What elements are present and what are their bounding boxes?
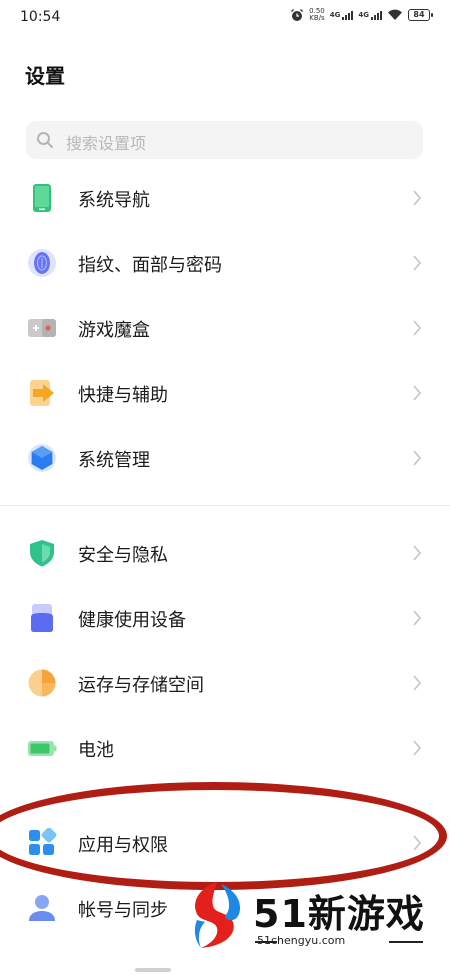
watermark-text: 51新游戏 [253, 892, 425, 936]
chevron-right-icon [413, 675, 422, 691]
settings-item-game-box[interactable]: 游戏魔盒 [0, 297, 450, 359]
signal-icon [342, 10, 354, 20]
battery-level: 84 [413, 10, 425, 19]
settings-item-shortcuts[interactable]: 快捷与辅助 [0, 362, 450, 424]
settings-item-label: 电池 [78, 740, 114, 761]
settings-item-label: 帐号与同步 [78, 900, 168, 921]
status-bar: 10:54 0.50 KB/s 4G 4G 84 [0, 0, 450, 34]
account-person-icon [29, 895, 55, 921]
chevron-right-icon [413, 740, 422, 756]
settings-item-label: 安全与隐私 [78, 545, 168, 566]
watermark-underline [389, 941, 423, 943]
navigation-phone-icon [33, 184, 51, 212]
chevron-right-icon [413, 545, 422, 561]
settings-item-label: 系统管理 [78, 450, 150, 471]
status-icons: 0.50 KB/s 4G 4G 84 [290, 8, 433, 22]
settings-item-fingerprint[interactable]: 指纹、面部与密码 [0, 232, 450, 294]
home-indicator [135, 968, 171, 972]
wifi-icon [388, 9, 402, 20]
health-usage-icon [31, 604, 53, 632]
page-title: 设置 [25, 64, 65, 88]
chevron-right-icon [413, 450, 422, 466]
network-speed: 0.50 KB/s [309, 8, 325, 22]
network-speed-unit: KB/s [309, 14, 325, 22]
network-type-1: 4G [329, 10, 341, 19]
alarm-icon [291, 9, 304, 21]
settings-item-label: 健康使用设备 [78, 610, 186, 631]
status-time: 10:54 [20, 9, 61, 25]
settings-item-healthy-usage[interactable]: 健康使用设备 [0, 587, 450, 649]
chevron-right-icon [413, 255, 422, 271]
signal-2: 4G [358, 10, 382, 20]
shortcut-arrow-icon [30, 380, 54, 406]
search-icon [37, 132, 53, 148]
chevron-right-icon [413, 385, 422, 401]
battery-icon [28, 741, 57, 756]
game-box-icon [28, 319, 56, 337]
watermark-logo-icon [194, 882, 241, 948]
settings-item-battery[interactable]: 电池 [0, 717, 450, 779]
shield-icon [30, 540, 54, 567]
fingerprint-icon [28, 249, 56, 277]
highlight-ring [0, 782, 447, 890]
settings-item-storage[interactable]: 运存与存储空间 [0, 652, 450, 714]
storage-pie-icon [28, 669, 56, 697]
settings-item-system-management[interactable]: 系统管理 [0, 427, 450, 489]
chevron-right-icon [413, 610, 422, 626]
system-hexagon-icon [28, 444, 56, 472]
settings-item-label: 指纹、面部与密码 [78, 255, 222, 276]
signal-1: 4G [329, 10, 354, 20]
battery-indicator: 84 [408, 9, 433, 21]
chevron-right-icon [413, 320, 422, 336]
settings-item-system-navigation[interactable]: 系统导航 [0, 167, 450, 229]
settings-item-label: 系统导航 [78, 190, 150, 211]
settings-item-label: 游戏魔盒 [78, 320, 150, 341]
search-placeholder: 搜索设置项 [66, 134, 147, 153]
settings-item-label: 运存与存储空间 [78, 675, 204, 696]
watermark-url: 51chengyu.com [257, 934, 346, 947]
search-input[interactable]: 搜索设置项 [26, 121, 423, 159]
signal-icon [371, 10, 382, 20]
settings-item-security-privacy[interactable]: 安全与隐私 [0, 522, 450, 584]
settings-item-label: 快捷与辅助 [78, 385, 168, 406]
chevron-right-icon [413, 190, 422, 206]
watermark: 51新游戏 51chengyu.com [187, 878, 437, 953]
network-type-2: 4G [358, 10, 369, 19]
section-divider [0, 505, 450, 506]
